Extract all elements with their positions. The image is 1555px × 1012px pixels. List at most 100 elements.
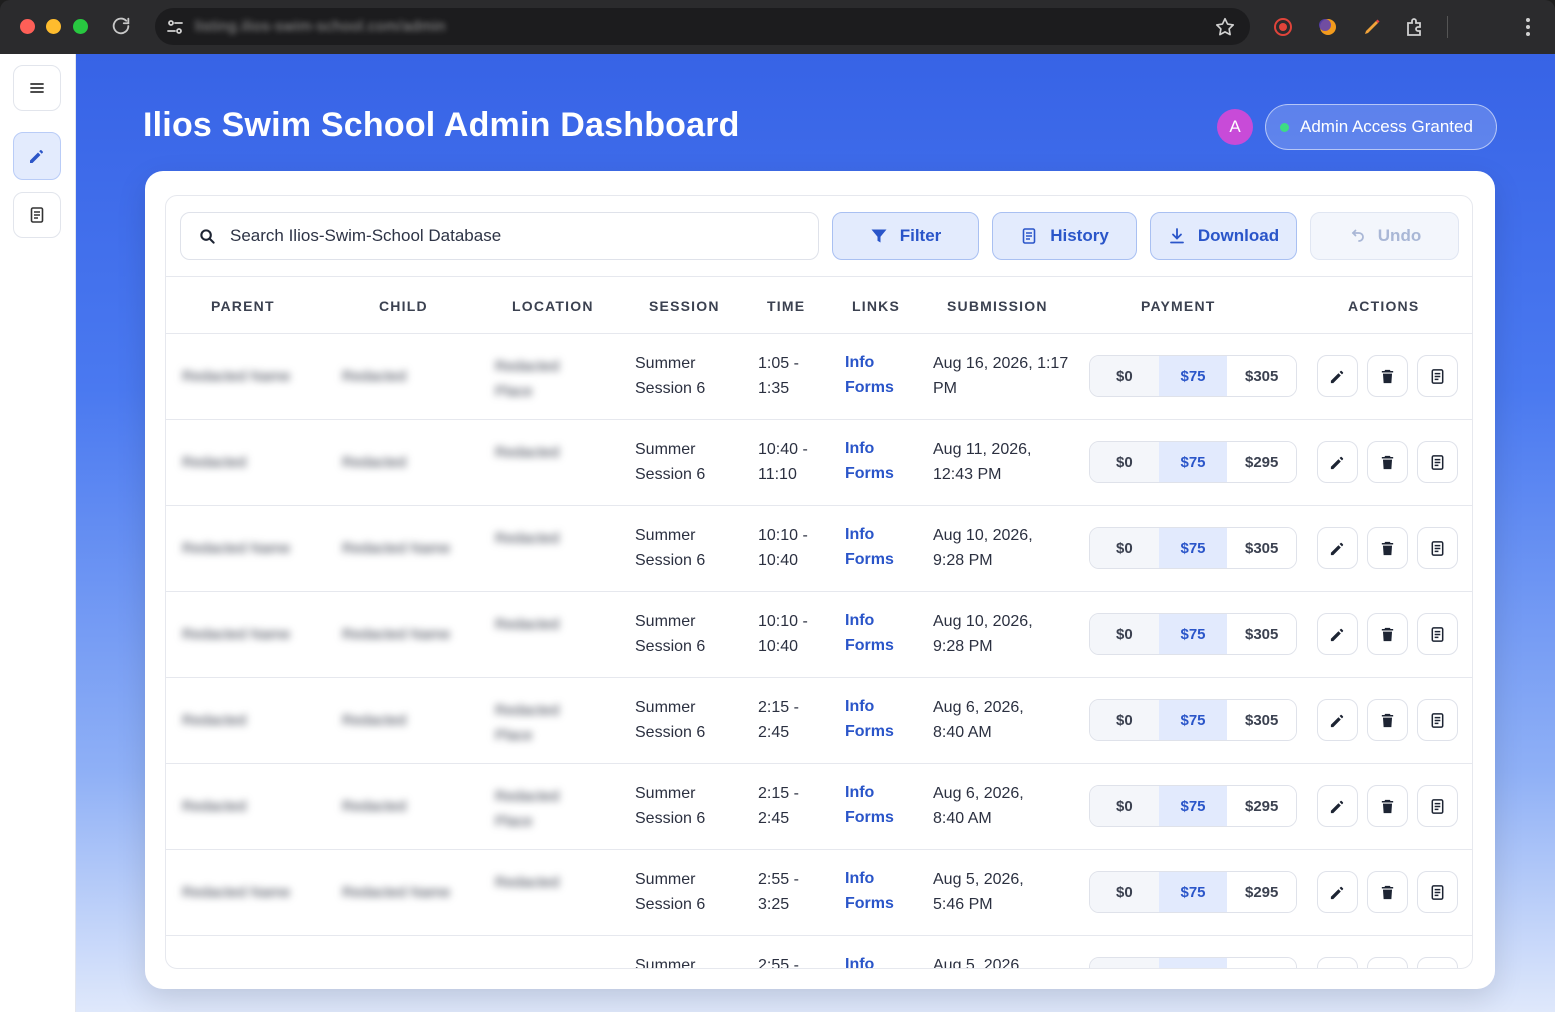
- info-link[interactable]: Info: [845, 694, 905, 719]
- payment-option[interactable]: $295: [1227, 786, 1296, 826]
- payment-option[interactable]: $0: [1090, 356, 1159, 396]
- payment-option[interactable]: $295: [1227, 442, 1296, 482]
- payment-option-selected[interactable]: $75: [1158, 356, 1228, 396]
- delete-row-button[interactable]: [1367, 441, 1408, 483]
- delete-row-button[interactable]: [1367, 527, 1408, 569]
- info-link[interactable]: Info: [845, 350, 905, 375]
- address-bar[interactable]: listing.ilios-swim-school.com/admin: [155, 8, 1250, 45]
- payment-option[interactable]: $295: [1227, 872, 1296, 912]
- forms-link[interactable]: Forms: [845, 547, 905, 572]
- payment-option-selected[interactable]: $75: [1158, 614, 1228, 654]
- column-header-session[interactable]: SESSION: [649, 298, 720, 314]
- view-record-button[interactable]: [1417, 441, 1458, 483]
- search-box[interactable]: [180, 212, 819, 260]
- view-record-button[interactable]: [1417, 355, 1458, 397]
- info-link[interactable]: Info: [845, 780, 905, 805]
- edit-row-button[interactable]: [1317, 527, 1358, 569]
- payment-option[interactable]: $0: [1090, 786, 1159, 826]
- forms-link[interactable]: Forms: [845, 633, 905, 658]
- forms-link[interactable]: Forms: [845, 719, 905, 744]
- maximize-window-button[interactable]: [73, 19, 88, 34]
- payment-option-selected[interactable]: $75: [1158, 786, 1228, 826]
- pen-extension-icon[interactable]: [1361, 16, 1383, 38]
- child-cell: Redacted Name: [342, 626, 451, 643]
- view-record-button[interactable]: [1417, 699, 1458, 741]
- record-extension-icon[interactable]: [1272, 16, 1294, 38]
- info-link[interactable]: Info: [845, 436, 905, 461]
- payment-option-selected[interactable]: $75: [1158, 442, 1228, 482]
- column-header-time[interactable]: TIME: [767, 298, 805, 314]
- delete-row-button[interactable]: [1367, 785, 1408, 827]
- payment-option-selected[interactable]: $75: [1158, 958, 1228, 968]
- payment-option[interactable]: $305: [1227, 356, 1296, 396]
- edit-row-button[interactable]: [1317, 699, 1358, 741]
- view-record-button[interactable]: [1417, 613, 1458, 655]
- edit-row-button[interactable]: [1317, 355, 1358, 397]
- delete-row-button[interactable]: [1367, 957, 1408, 968]
- column-header-links[interactable]: LINKS: [852, 298, 900, 314]
- delete-row-button[interactable]: [1367, 699, 1408, 741]
- payment-option[interactable]: $305: [1227, 700, 1296, 740]
- avatar[interactable]: A: [1217, 109, 1253, 145]
- view-record-button[interactable]: [1417, 871, 1458, 913]
- column-header-location[interactable]: LOCATION: [512, 298, 594, 314]
- column-header-submission[interactable]: SUBMISSION: [947, 298, 1048, 314]
- links-cell: Info Forms: [845, 780, 905, 830]
- download-button[interactable]: Download: [1150, 212, 1297, 260]
- payment-option[interactable]: $0: [1090, 442, 1159, 482]
- undo-button[interactable]: Undo: [1310, 212, 1459, 260]
- menu-button[interactable]: [13, 65, 61, 111]
- delete-row-button[interactable]: [1367, 355, 1408, 397]
- payment-option-selected[interactable]: $75: [1158, 700, 1228, 740]
- forms-link[interactable]: Forms: [845, 891, 905, 916]
- extensions-puzzle-icon[interactable]: [1404, 16, 1426, 38]
- info-link[interactable]: Info: [845, 522, 905, 547]
- edit-row-button[interactable]: [1317, 957, 1358, 968]
- view-record-button[interactable]: [1417, 785, 1458, 827]
- column-header-actions[interactable]: ACTIONS: [1348, 298, 1419, 314]
- payment-option[interactable]: $295: [1227, 958, 1296, 968]
- close-window-button[interactable]: [20, 19, 35, 34]
- search-input[interactable]: [230, 226, 790, 246]
- edit-row-button[interactable]: [1317, 871, 1358, 913]
- edit-row-button[interactable]: [1317, 441, 1358, 483]
- info-link[interactable]: Info: [845, 608, 905, 633]
- sidebar-item-records[interactable]: [13, 192, 61, 238]
- bookmark-star-icon[interactable]: [1214, 16, 1236, 38]
- payment-option[interactable]: $0: [1090, 958, 1159, 968]
- payment-option[interactable]: $0: [1090, 872, 1159, 912]
- payment-option[interactable]: $0: [1090, 700, 1159, 740]
- info-link[interactable]: Info: [845, 952, 905, 968]
- forms-link[interactable]: Forms: [845, 805, 905, 830]
- time-cell: 1:05 -1:35: [758, 355, 799, 397]
- sidebar-item-edit[interactable]: [13, 132, 61, 180]
- payment-option[interactable]: $305: [1227, 528, 1296, 568]
- site-settings-icon[interactable]: [165, 17, 185, 37]
- filter-button[interactable]: Filter: [832, 212, 979, 260]
- edit-row-button[interactable]: [1317, 613, 1358, 655]
- payment-option[interactable]: $0: [1090, 614, 1159, 654]
- browser-menu-icon[interactable]: [1518, 16, 1538, 38]
- view-record-button[interactable]: [1417, 527, 1458, 569]
- document-icon: [1431, 454, 1444, 470]
- payment-option[interactable]: $0: [1090, 528, 1159, 568]
- payment-option-selected[interactable]: $75: [1158, 528, 1228, 568]
- delete-row-button[interactable]: [1367, 871, 1408, 913]
- history-button[interactable]: History: [992, 212, 1137, 260]
- payment-option[interactable]: $305: [1227, 614, 1296, 654]
- delete-row-button[interactable]: [1367, 613, 1408, 655]
- column-header-child[interactable]: CHILD: [379, 298, 428, 314]
- view-record-button[interactable]: [1417, 957, 1458, 968]
- column-header-parent[interactable]: PARENT: [211, 298, 275, 314]
- minimize-window-button[interactable]: [46, 19, 61, 34]
- browser-chrome: listing.ilios-swim-school.com/admin: [0, 0, 1555, 54]
- reload-icon[interactable]: [110, 15, 134, 39]
- column-header-payment[interactable]: PAYMENT: [1141, 298, 1216, 314]
- forms-link[interactable]: Forms: [845, 461, 905, 486]
- info-link[interactable]: Info: [845, 866, 905, 891]
- forms-link[interactable]: Forms: [845, 375, 905, 400]
- extension-icon[interactable]: [1317, 16, 1339, 38]
- payment-option-selected[interactable]: $75: [1158, 872, 1228, 912]
- parent-cell: Redacted Name: [182, 540, 291, 557]
- edit-row-button[interactable]: [1317, 785, 1358, 827]
